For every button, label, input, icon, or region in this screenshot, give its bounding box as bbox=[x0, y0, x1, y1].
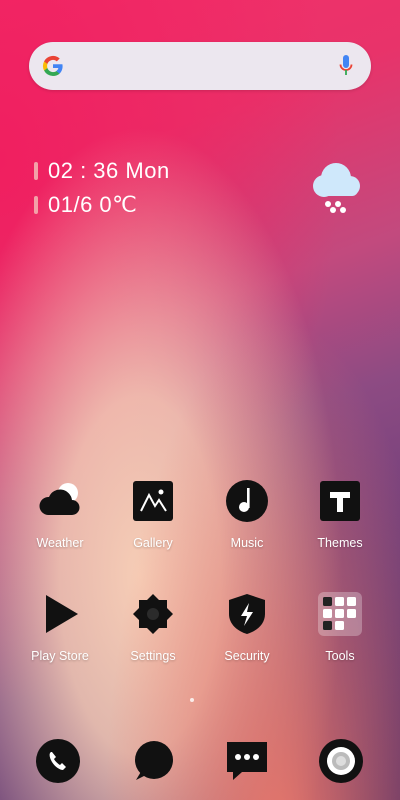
app-weather[interactable]: Weather bbox=[15, 479, 105, 550]
app-label: Weather bbox=[36, 536, 84, 550]
snow-cloud-icon[interactable] bbox=[306, 158, 364, 216]
app-settings[interactable]: Settings bbox=[108, 592, 198, 663]
microphone-icon[interactable] bbox=[339, 54, 353, 78]
tools-icon bbox=[318, 592, 362, 636]
settings-icon bbox=[133, 594, 173, 634]
chat-icon[interactable] bbox=[224, 738, 270, 784]
camera-icon[interactable] bbox=[318, 738, 364, 784]
messages-bubble-icon[interactable] bbox=[130, 738, 176, 784]
clock-time[interactable]: 02 : 36 Mon bbox=[34, 158, 170, 184]
app-label: Gallery bbox=[133, 536, 173, 550]
app-music[interactable]: Music bbox=[202, 479, 292, 550]
time-text: 02 : 36 Mon bbox=[48, 158, 170, 183]
clock-date[interactable]: 01/6 0℃ bbox=[34, 192, 137, 218]
google-search-bar[interactable] bbox=[29, 42, 371, 90]
phone-icon[interactable] bbox=[35, 738, 81, 784]
page-indicator bbox=[190, 698, 194, 702]
play-store-icon bbox=[46, 595, 78, 633]
app-label: Security bbox=[224, 649, 270, 663]
app-label: Tools bbox=[325, 649, 355, 663]
app-label: Settings bbox=[130, 649, 176, 663]
date-temp-text: 01/6 0℃ bbox=[48, 192, 138, 217]
app-security[interactable]: Security bbox=[202, 592, 292, 663]
clock-accent-bar bbox=[34, 162, 38, 180]
app-label: Play Store bbox=[31, 649, 89, 663]
app-tools-folder[interactable]: Tools bbox=[295, 592, 385, 663]
gallery-icon bbox=[133, 481, 173, 521]
google-icon bbox=[42, 55, 63, 77]
app-gallery[interactable]: Gallery bbox=[108, 479, 198, 550]
weather-icon bbox=[39, 483, 80, 515]
app-label: Themes bbox=[317, 536, 363, 550]
app-label: Music bbox=[230, 536, 264, 550]
app-themes[interactable]: Themes bbox=[295, 479, 385, 550]
date-accent-bar bbox=[34, 196, 38, 214]
themes-icon bbox=[320, 481, 360, 521]
security-icon bbox=[229, 594, 265, 634]
music-icon bbox=[226, 480, 268, 522]
app-play-store[interactable]: Play Store bbox=[15, 592, 105, 663]
